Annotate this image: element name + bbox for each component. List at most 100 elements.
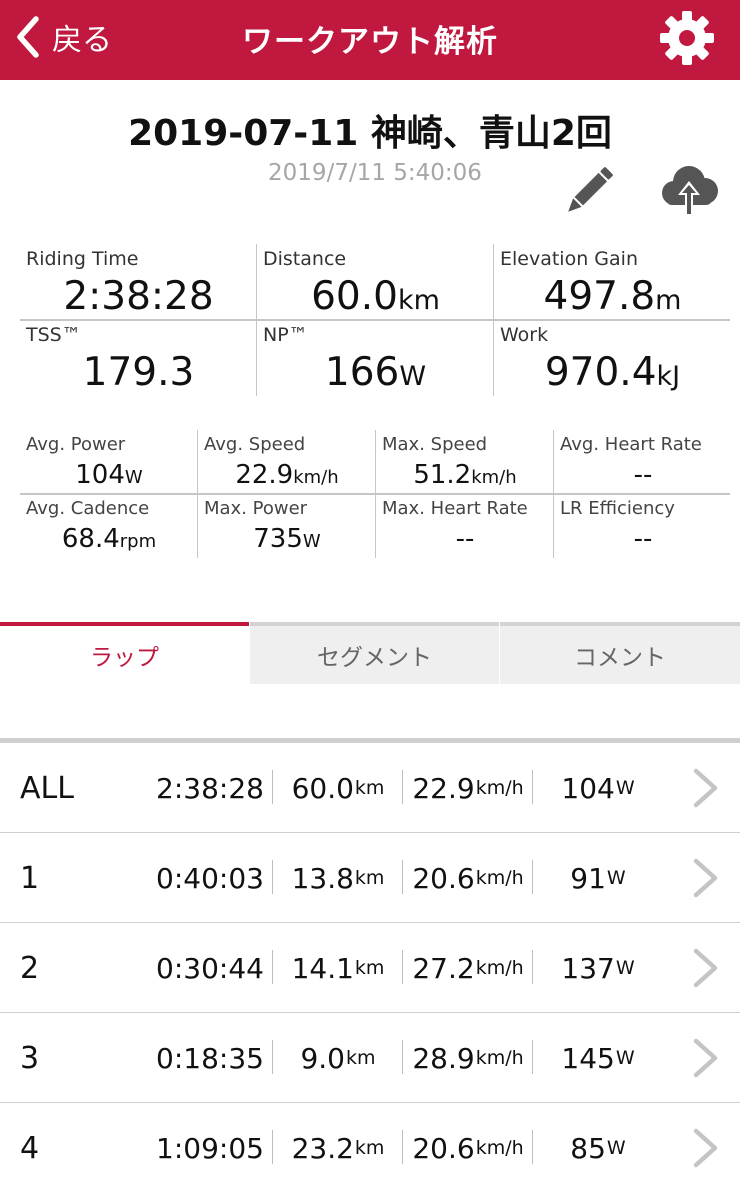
lap-power-value: 145 [561, 1041, 615, 1075]
stat-value: 166 [324, 350, 400, 395]
column-divider [402, 1130, 403, 1164]
lap-name: 1 [20, 860, 40, 896]
lap-power-unit: W [615, 1047, 635, 1069]
stat-label: Work [500, 324, 549, 346]
lap-speed-unit: km/h [475, 1137, 524, 1159]
summary-stats: Riding Time 2:38:28 Distance 60.0km Elev… [20, 244, 730, 396]
lap-time: 0:40:03 [156, 861, 264, 895]
lap-speed-unit: km/h [475, 777, 524, 799]
lap-row-2[interactable]: 2 0:30:44 14.1 km 27.2 km/h 137 W [0, 923, 740, 1013]
column-divider [402, 860, 403, 894]
tab-laps[interactable]: ラップ [0, 622, 249, 684]
lap-distance-unit: km [354, 777, 385, 799]
lap-distance: 60.0 km [274, 743, 402, 833]
lap-speed-unit: km/h [475, 867, 524, 889]
lap-speed-value: 20.6 [412, 861, 475, 895]
stat-max-heart-rate: Max. Heart Rate -- [376, 494, 554, 558]
column-divider [272, 1130, 273, 1164]
tab-bar: ラップ セグメント コメント [0, 622, 740, 684]
stat-unit: kJ [656, 361, 681, 392]
stat-value: 735 [253, 524, 303, 554]
stat-value: 970.4 [544, 350, 657, 395]
stat-label: Avg. Speed [204, 434, 306, 455]
lap-speed: 20.6 km/h [404, 833, 532, 923]
column-divider [402, 770, 403, 804]
lap-name: 3 [20, 1040, 40, 1076]
lap-distance-value: 23.2 [291, 1131, 354, 1165]
lap-power-value: 104 [561, 771, 615, 805]
lap-speed: 27.2 km/h [404, 923, 532, 1013]
lap-row-4[interactable]: 4 1:09:05 23.2 km 20.6 km/h 85 W [0, 1103, 740, 1191]
lap-distance-unit: km [354, 957, 385, 979]
stat-label: NP™ [263, 324, 308, 346]
detail-stats: Avg. Power 104W Avg. Speed 22.9km/h Max.… [20, 430, 736, 558]
column-divider [532, 770, 533, 804]
chevron-right-icon [693, 858, 718, 898]
stat-label: Riding Time [26, 248, 139, 270]
tab-comments[interactable]: コメント [500, 622, 740, 684]
lap-name: ALL [20, 770, 74, 806]
stat-distance: Distance 60.0km [257, 244, 494, 320]
stat-label: Avg. Power [26, 434, 126, 455]
column-divider [532, 950, 533, 984]
workout-title: 2019-07-11 神崎、青山2回 [128, 113, 612, 154]
lap-time: 0:30:44 [156, 951, 264, 985]
stat-unit: km [397, 285, 440, 316]
pencil-icon[interactable] [562, 166, 614, 218]
stat-lr-efficiency: LR Efficiency -- [554, 494, 732, 558]
stat-label: Avg. Heart Rate [560, 434, 702, 455]
stat-avg-speed: Avg. Speed 22.9km/h [198, 430, 376, 494]
lap-power-unit: W [615, 777, 635, 799]
column-divider [532, 1130, 533, 1164]
lap-power: 91 W [534, 833, 662, 923]
stat-value: 22.9 [235, 460, 294, 490]
stat-max-power: Max. Power 735W [198, 494, 376, 558]
grid-divider [20, 493, 730, 495]
stat-unit: W [124, 467, 143, 488]
stat-work: Work 970.4kJ [494, 320, 731, 396]
lap-speed-value: 22.9 [412, 771, 475, 805]
stat-unit: km/h [471, 467, 517, 488]
workout-datetime: 2019/7/11 5:40:06 [268, 160, 482, 186]
lap-power-value: 137 [561, 951, 615, 985]
lap-power-value: 85 [570, 1131, 606, 1165]
chevron-right-icon [693, 948, 718, 988]
lap-name: 2 [20, 950, 40, 986]
gear-icon[interactable] [658, 9, 716, 67]
grid-divider [20, 319, 730, 321]
column-divider [532, 1040, 533, 1074]
stat-value: -- [633, 524, 653, 554]
lap-speed: 28.9 km/h [404, 1013, 532, 1103]
lap-row-1[interactable]: 1 0:40:03 13.8 km 20.6 km/h 91 W [0, 833, 740, 923]
stat-value: 60.0 [311, 274, 398, 319]
cloud-upload-icon[interactable] [656, 164, 722, 218]
stat-label: Distance [263, 248, 347, 270]
lap-row-3[interactable]: 3 0:18:35 9.0 km 28.9 km/h 145 W [0, 1013, 740, 1103]
lap-power: 137 W [534, 923, 662, 1013]
lap-distance: 14.1 km [274, 923, 402, 1013]
stat-max-speed: Max. Speed 51.2km/h [376, 430, 554, 494]
lap-distance: 13.8 km [274, 833, 402, 923]
lap-speed-value: 28.9 [412, 1041, 475, 1075]
lap-power-unit: W [606, 1137, 626, 1159]
stat-value: 104 [75, 460, 125, 490]
lap-distance-unit: km [354, 867, 385, 889]
lap-time: 2:38:28 [156, 771, 264, 805]
lap-row-all[interactable]: ALL 2:38:28 60.0 km 22.9 km/h 104 W [0, 743, 740, 833]
lap-distance-value: 9.0 [300, 1041, 345, 1075]
lap-power: 85 W [534, 1103, 662, 1191]
lap-distance-value: 13.8 [291, 861, 354, 895]
lap-distance-unit: km [354, 1137, 385, 1159]
lap-time: 1:09:05 [156, 1131, 264, 1165]
tab-segments[interactable]: セグメント [250, 622, 499, 684]
lap-power: 104 W [534, 743, 662, 833]
stat-value: 68.4 [61, 524, 120, 554]
stat-tss: TSS™ 179.3 [20, 320, 257, 396]
lap-speed: 20.6 km/h [404, 1103, 532, 1191]
stat-avg-power: Avg. Power 104W [20, 430, 198, 494]
stat-value: 497.8 [543, 274, 656, 319]
stat-riding-time: Riding Time 2:38:28 [20, 244, 257, 320]
stat-label: Max. Heart Rate [382, 498, 528, 519]
stat-unit: km/h [293, 467, 339, 488]
stat-value: 51.2 [413, 460, 472, 490]
